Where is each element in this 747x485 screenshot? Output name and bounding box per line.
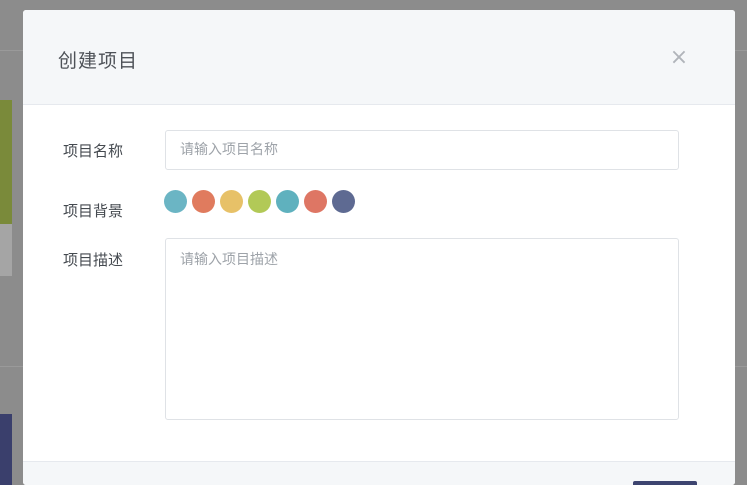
- background-project-card: [0, 224, 12, 276]
- color-swatch-5[interactable]: [276, 190, 299, 213]
- color-swatch-7[interactable]: [332, 190, 355, 213]
- color-swatch-3[interactable]: [220, 190, 243, 213]
- close-icon[interactable]: ×: [667, 46, 691, 70]
- background-project-card: [0, 414, 12, 485]
- project-description-input[interactable]: [165, 238, 679, 420]
- color-swatch-2[interactable]: [192, 190, 215, 213]
- background-color-picker: [164, 190, 360, 214]
- confirm-button[interactable]: [633, 481, 697, 485]
- project-description-label: 项目描述: [63, 251, 124, 269]
- project-name-label: 项目名称: [63, 142, 124, 160]
- background-project-card: [0, 100, 12, 224]
- modal-footer: [23, 461, 735, 485]
- create-project-modal: 创建项目 × 项目名称 项目背景 项目描述: [23, 10, 735, 485]
- modal-header: 创建项目 ×: [23, 10, 735, 105]
- color-swatch-1[interactable]: [164, 190, 187, 213]
- color-swatch-4[interactable]: [248, 190, 271, 213]
- project-name-input[interactable]: [165, 130, 679, 170]
- project-background-label: 项目背景: [63, 202, 124, 220]
- modal-title: 创建项目: [58, 50, 139, 72]
- color-swatch-6[interactable]: [304, 190, 327, 213]
